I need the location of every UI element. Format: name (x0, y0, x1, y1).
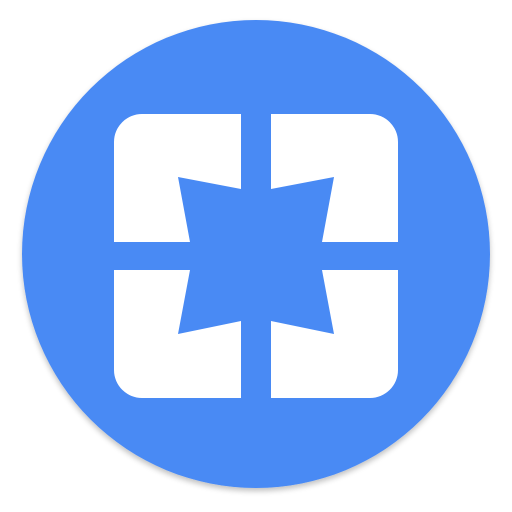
app-icon (0, 0, 512, 512)
icon-background-circle (22, 20, 490, 488)
gift-box-star-icon (22, 20, 490, 488)
